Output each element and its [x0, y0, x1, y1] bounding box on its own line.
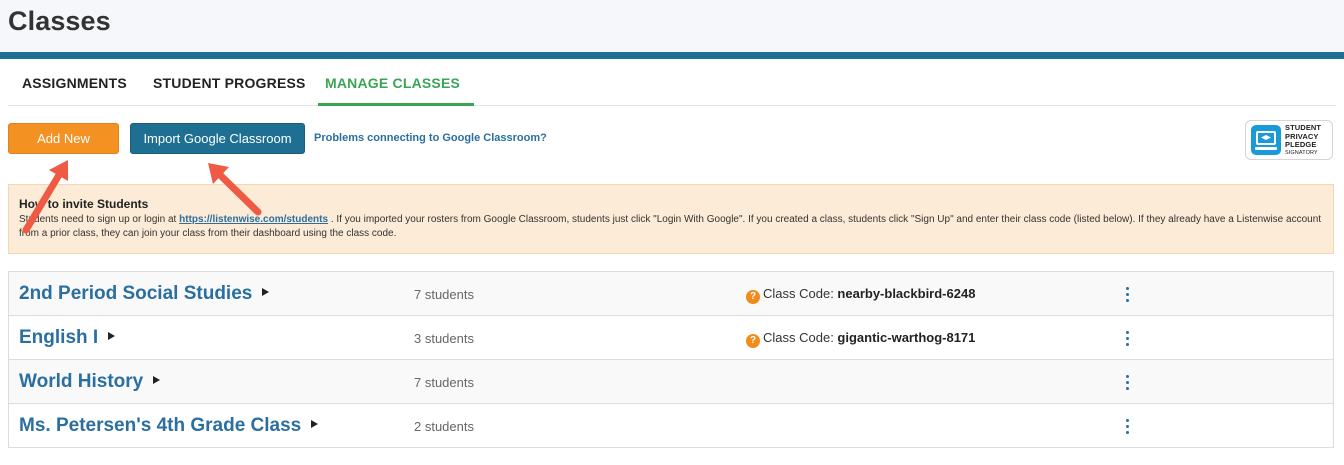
page-header: Classes: [0, 0, 1344, 52]
invite-students-notice: How to invite Students Students need to …: [8, 184, 1334, 254]
class-row: World History 7 students: [8, 360, 1334, 404]
class-name: Ms. Petersen's 4th Grade Class: [19, 415, 302, 436]
class-code-label: Class Code:: [763, 330, 838, 345]
caret-right-icon[interactable]: [311, 419, 319, 428]
class-toolbar: Add New Class Import Google Classroom Pr…: [0, 106, 1344, 182]
tab-bar: ASSIGNMENTS STUDENT PROGRESS MANAGE CLAS…: [8, 59, 1336, 106]
class-code: ? Class Code: nearby-blackbird-6248: [746, 286, 975, 304]
student-count: 3 students: [414, 331, 474, 346]
invite-body: Students need to sign up or login at htt…: [19, 213, 1323, 241]
tab-assignments[interactable]: ASSIGNMENTS: [22, 75, 127, 91]
class-row: 2nd Period Social Studies 7 students ? Cl…: [8, 272, 1334, 316]
privacy-pledge-icon: [1251, 125, 1281, 155]
class-name-link[interactable]: 2nd Period Social Studies: [19, 283, 270, 305]
question-circle-icon[interactable]: ?: [746, 334, 760, 348]
class-name-link[interactable]: English I: [19, 327, 116, 349]
google-classroom-help-link[interactable]: Problems connecting to Google Classroom?: [314, 132, 547, 144]
class-list: 2nd Period Social Studies 7 students ? Cl…: [8, 271, 1334, 448]
caret-right-icon[interactable]: [262, 287, 270, 296]
vertical-ellipsis-icon[interactable]: [1119, 417, 1135, 435]
class-code-value: gigantic-warthog-8171: [837, 330, 976, 345]
caret-right-icon[interactable]: [108, 331, 116, 340]
import-google-classroom-button[interactable]: Import Google Classroom: [130, 123, 305, 154]
class-name: 2nd Period Social Studies: [19, 283, 253, 304]
pledge-text: STUDENT PRIVACY PLEDGE SIGNATORY: [1285, 123, 1321, 157]
class-code: ? Class Code: gigantic-warthog-8171: [746, 330, 975, 348]
vertical-ellipsis-icon[interactable]: [1119, 285, 1135, 303]
student-count: 7 students: [414, 287, 474, 302]
class-name: English I: [19, 327, 99, 348]
class-name-link[interactable]: World History: [19, 371, 161, 393]
page-title: Classes: [8, 6, 111, 36]
tab-manage-classes[interactable]: MANAGE CLASSES: [325, 75, 460, 91]
pledge-line-signatory: SIGNATORY: [1285, 149, 1318, 156]
vertical-ellipsis-icon[interactable]: [1119, 329, 1135, 347]
students-login-link[interactable]: https://listenwise.com/students: [179, 214, 328, 225]
pledge-line-pledge: PLEDGE: [1285, 140, 1317, 149]
student-count: 2 students: [414, 419, 474, 434]
class-name-link[interactable]: Ms. Petersen's 4th Grade Class: [19, 415, 319, 437]
invite-title: How to invite Students: [19, 197, 149, 211]
class-row: Ms. Petersen's 4th Grade Class 2 student…: [8, 404, 1334, 448]
caret-right-icon[interactable]: [153, 375, 161, 384]
tab-student-progress[interactable]: STUDENT PROGRESS: [153, 75, 306, 91]
class-code-label: Class Code:: [763, 286, 838, 301]
header-accent-bar: [0, 52, 1344, 59]
student-privacy-pledge-badge: STUDENT PRIVACY PLEDGE SIGNATORY: [1245, 120, 1333, 160]
class-code-value: nearby-blackbird-6248: [837, 286, 976, 301]
add-new-class-button[interactable]: Add New Class: [8, 123, 119, 175]
vertical-ellipsis-icon[interactable]: [1119, 373, 1135, 391]
student-count: 7 students: [414, 375, 474, 390]
class-row: English I 3 students ? Class Code: gigant…: [8, 316, 1334, 360]
invite-text-before-url: Students need to sign up or login at: [19, 214, 180, 225]
class-name: World History: [19, 371, 144, 392]
question-circle-icon[interactable]: ?: [746, 290, 760, 304]
